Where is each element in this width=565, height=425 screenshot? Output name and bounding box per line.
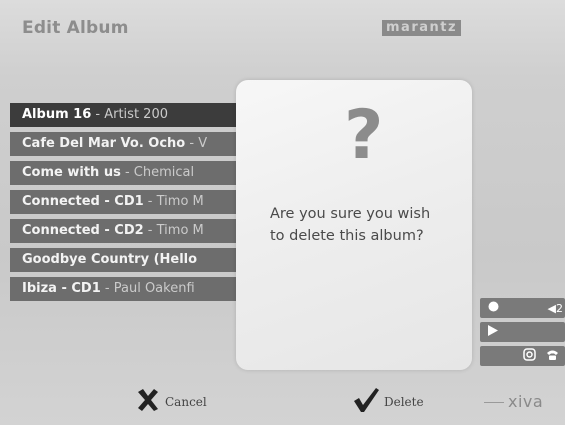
list-item[interactable]: Ibiza - CD1 - Paul Oakenfi xyxy=(10,277,245,301)
camera-icon[interactable] xyxy=(523,348,536,364)
list-item[interactable]: Cafe Del Mar Vo. Ocho - V xyxy=(10,132,245,156)
play-control[interactable] xyxy=(480,322,565,342)
album-separator: - xyxy=(143,223,157,238)
album-title: Cafe Del Mar Vo. Ocho xyxy=(22,136,186,151)
xiva-logo: xiva xyxy=(484,392,543,411)
utility-controls xyxy=(480,346,565,366)
album-artist: Chemical xyxy=(133,165,195,180)
page-title: Edit Album xyxy=(22,18,129,38)
album-title: Album 16 xyxy=(22,107,92,122)
side-controls: ◀2 xyxy=(480,298,565,370)
album-separator: - xyxy=(100,281,114,296)
marantz-logo-text: marantz xyxy=(382,20,462,36)
delete-button[interactable]: Delete xyxy=(352,384,424,420)
album-artist: Timo M xyxy=(156,223,204,238)
album-artist: Artist 200 xyxy=(104,107,168,122)
list-item[interactable]: Album 16 - Artist 200 xyxy=(10,103,245,127)
album-separator: - xyxy=(185,136,199,151)
delete-label: Delete xyxy=(384,395,424,409)
album-separator: - xyxy=(91,107,105,122)
album-title: Connected - CD2 xyxy=(22,223,144,238)
phone-icon[interactable] xyxy=(546,348,559,364)
volume-readout: ◀2 xyxy=(547,301,563,315)
album-title: Ibiza - CD1 xyxy=(22,281,101,296)
album-title: Come with us xyxy=(22,165,121,180)
checkmark-icon xyxy=(352,386,380,418)
list-item[interactable]: Connected - CD1 - Timo M xyxy=(10,190,245,214)
album-artist: Paul Oakenfi xyxy=(113,281,195,296)
edit-album-screen: Edit Album marantz Album 16 - Artist 200… xyxy=(0,0,565,425)
list-item[interactable]: Goodbye Country (Hello xyxy=(10,248,245,272)
album-artist: V xyxy=(198,136,208,151)
album-separator: - xyxy=(120,165,134,180)
cancel-label: Cancel xyxy=(165,395,207,409)
list-item[interactable]: Connected - CD2 - Timo M xyxy=(10,219,245,243)
album-separator: - xyxy=(143,194,157,209)
album-list: Album 16 - Artist 200 Cafe Del Mar Vo. O… xyxy=(10,103,245,306)
close-icon xyxy=(135,387,161,417)
album-title: Connected - CD1 xyxy=(22,194,144,209)
play-icon xyxy=(488,325,498,339)
list-item[interactable]: Come with us - Chemical xyxy=(10,161,245,185)
album-artist: Timo M xyxy=(156,194,204,209)
volume-control[interactable]: ◀2 xyxy=(480,298,565,318)
album-title: Goodbye Country (Hello xyxy=(22,252,198,267)
record-icon xyxy=(488,301,499,315)
marantz-logo: marantz xyxy=(382,20,560,36)
question-mark-icon: ? xyxy=(344,96,384,175)
delete-confirm-dialog: ? Are you sure you wish to delete this a… xyxy=(236,80,472,370)
cancel-button[interactable]: Cancel xyxy=(135,384,207,420)
dialog-message: Are you sure you wish to delete this alb… xyxy=(270,206,431,244)
